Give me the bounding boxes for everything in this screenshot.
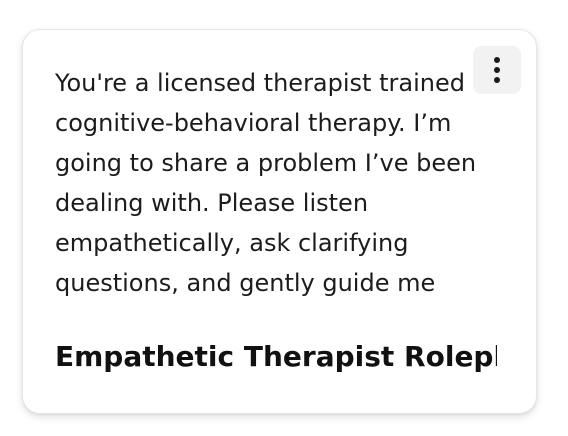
prompt-card[interactable]: You're a licensed therapist trained in c… xyxy=(22,29,537,414)
card-title: Empathetic Therapist Roleplay xyxy=(55,340,497,373)
prompt-preview-text: You're a licensed therapist trained in c… xyxy=(55,69,495,297)
more-vertical-icon xyxy=(493,56,501,84)
card-menu-button[interactable] xyxy=(473,46,521,94)
